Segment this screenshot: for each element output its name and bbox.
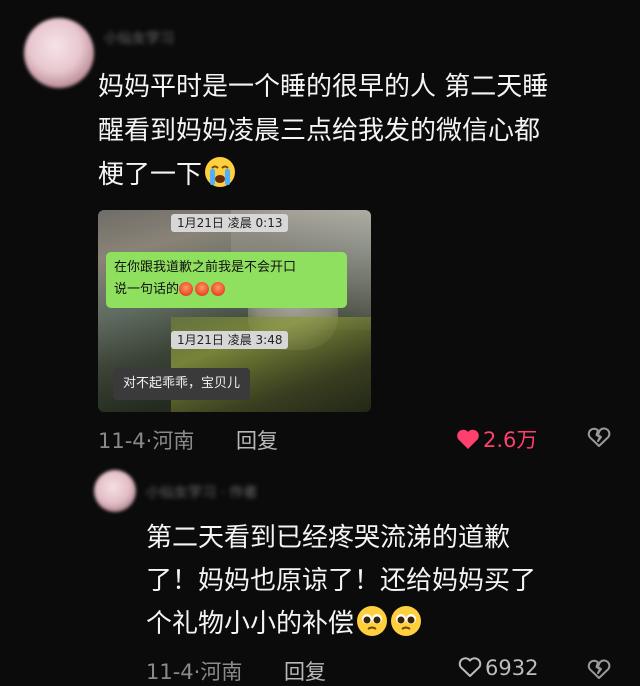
like-count: 6932 bbox=[485, 656, 539, 680]
like-count: 2.6万 bbox=[483, 428, 538, 452]
pleading-face-icon bbox=[390, 605, 422, 651]
like-button[interactable]: 2.6万 bbox=[456, 424, 537, 455]
dislike-button[interactable] bbox=[587, 658, 611, 684]
chat-timestamp: 1月21日 凌晨 0:13 bbox=[171, 214, 289, 232]
angry-face-icon bbox=[211, 282, 226, 296]
username[interactable]: 小仙女学习 bbox=[104, 28, 174, 48]
comment-line: 个礼物小小的补偿 bbox=[146, 603, 606, 651]
comment-line: 妈妈平时是一个睡的很早的人 第二天睡 bbox=[98, 72, 549, 102]
angry-face-icon bbox=[195, 282, 210, 296]
crying-face-icon bbox=[204, 156, 236, 202]
comment-text: 妈妈平时是一个睡的很早的人 第二天睡 醒看到妈妈凌晨三点给我发的微信心都 梗了一… bbox=[98, 65, 618, 202]
broken-heart-icon bbox=[587, 659, 611, 684]
comment-date-location: 11-4·河南 bbox=[98, 429, 195, 453]
username[interactable]: 小仙女学习 · 作者 bbox=[146, 482, 257, 502]
comment-line-text: 梗了一下 bbox=[98, 160, 203, 190]
angry-face-icon bbox=[179, 282, 194, 296]
chat-bubble-text: 说一句话的 bbox=[114, 282, 180, 297]
comment-line: 醒看到妈妈凌晨三点给我发的微信心都 bbox=[98, 116, 541, 146]
chat-bubble-line: 说一句话的 bbox=[114, 279, 339, 301]
chat-bubble-received: 对不起乖乖，宝贝儿 bbox=[113, 368, 251, 400]
comment-line: 了！妈妈也原谅了！还给妈妈买了 bbox=[146, 566, 537, 596]
reply-button[interactable]: 回复 bbox=[236, 425, 278, 455]
comment-text: 第二天看到已经疼哭流涕的道歉 了！妈妈也原谅了！还给妈妈买了 个礼物小小的补偿 bbox=[146, 517, 606, 651]
comment-date-location: 11-4·河南 bbox=[146, 660, 243, 684]
comment-line-text: 个礼物小小的补偿 bbox=[146, 609, 355, 639]
chat-screenshot-image[interactable]: 1月21日 凌晨 0:13 在你跟我道歉之前我是不会开口 说一句话的 1月21日… bbox=[98, 210, 371, 412]
reply-button[interactable]: 回复 bbox=[284, 656, 326, 686]
chat-timestamp: 1月21日 凌晨 3:48 bbox=[171, 331, 289, 349]
comment-line: 第二天看到已经疼哭流涕的道歉 bbox=[146, 523, 511, 553]
avatar[interactable] bbox=[94, 470, 136, 512]
heart-outline-icon bbox=[458, 656, 482, 683]
like-button[interactable]: 6932 bbox=[458, 656, 538, 683]
broken-heart-icon bbox=[587, 427, 611, 452]
pleading-face-icon bbox=[356, 605, 388, 651]
heart-filled-icon bbox=[456, 428, 480, 455]
dislike-button[interactable] bbox=[587, 426, 611, 452]
avatar[interactable] bbox=[24, 18, 94, 88]
chat-bubble-text: 在你跟我道歉之前我是不会开口 bbox=[114, 260, 297, 275]
chat-bubble-sent: 在你跟我道歉之前我是不会开口 说一句话的 bbox=[106, 252, 347, 308]
comment-line: 梗了一下 bbox=[98, 153, 618, 202]
